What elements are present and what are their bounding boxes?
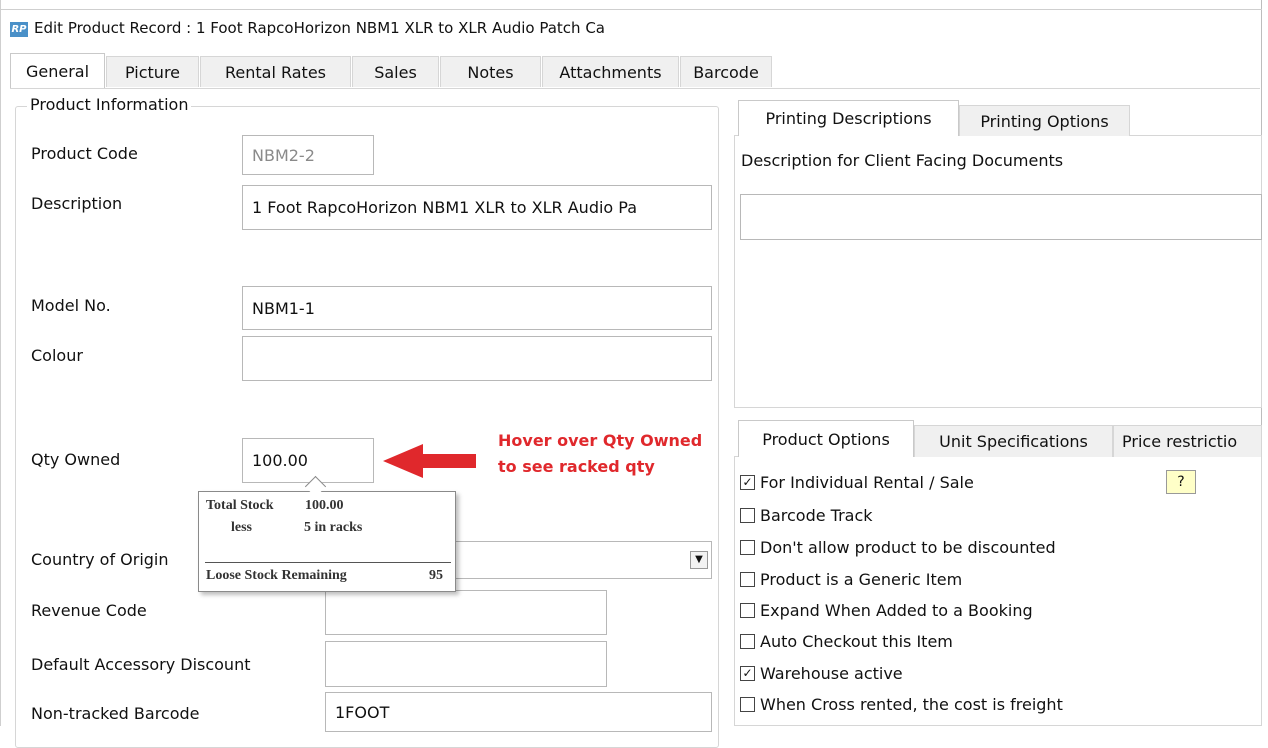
option-expand-when-added[interactable]: Expand When Added to a Booking	[740, 597, 1033, 623]
non-tracked-barcode-label: Non-tracked Barcode	[31, 704, 200, 723]
check-icon[interactable]: ✓	[740, 474, 755, 490]
option-auto-checkout[interactable]: Auto Checkout this Item	[740, 628, 953, 654]
tab-product-options[interactable]: Product Options	[738, 420, 914, 457]
chevron-down-icon[interactable]: ▼	[690, 551, 708, 569]
product-code-label: Product Code	[31, 144, 138, 163]
checkbox[interactable]	[740, 571, 755, 587]
option-label: Warehouse active	[760, 663, 903, 683]
loose-stock-label: Loose Stock Remaining	[206, 568, 347, 583]
qty-owned-field[interactable]: 100.00	[242, 438, 374, 483]
racks-count: 5 in racks	[304, 520, 363, 535]
help-button[interactable]: ?	[1166, 470, 1196, 494]
description-label: Description	[31, 194, 123, 213]
option-individual-rental[interactable]: ✓ For Individual Rental / Sale	[740, 469, 974, 495]
option-warehouse-active[interactable]: ✓ Warehouse active	[740, 660, 903, 686]
app-icon: RP	[10, 22, 28, 37]
total-stock-label: Total Stock	[206, 498, 274, 513]
client-facing-description-field[interactable]	[740, 194, 1262, 240]
colour-field[interactable]	[242, 336, 712, 381]
arrow-left-icon	[383, 444, 476, 478]
option-label: Product is a Generic Item	[760, 569, 963, 589]
option-cross-rented-freight[interactable]: When Cross rented, the cost is freight	[740, 691, 1063, 717]
option-label: Expand When Added to a Booking	[760, 600, 1033, 620]
printing-panel	[734, 135, 1262, 408]
option-label: For Individual Rental / Sale	[760, 472, 974, 492]
default-accessory-discount-label: Default Accessory Discount	[31, 655, 251, 674]
description-field[interactable]: 1 Foot RapcoHorizon NBM1 XLR to XLR Audi…	[242, 185, 712, 230]
tab-barcode[interactable]: Barcode	[680, 56, 772, 87]
option-label: Auto Checkout this Item	[760, 631, 953, 651]
product-information-title: Product Information	[27, 95, 192, 114]
option-no-discount[interactable]: Don't allow product to be discounted	[740, 534, 1056, 560]
less-label: less	[231, 520, 252, 535]
annotation-line-1: Hover over Qty Owned	[498, 431, 703, 450]
colour-label: Colour	[31, 346, 83, 365]
tab-rental-rates[interactable]: Rental Rates	[200, 56, 351, 87]
option-label: When Cross rented, the cost is freight	[760, 694, 1063, 714]
tab-attachments[interactable]: Attachments	[542, 56, 679, 87]
tab-printing-descriptions[interactable]: Printing Descriptions	[738, 100, 959, 136]
tab-picture[interactable]: Picture	[106, 56, 199, 87]
checkbox[interactable]	[740, 696, 755, 712]
main-tab-strip: General Picture Rental Rates Sales Notes…	[10, 53, 776, 88]
window-top-edge	[0, 0, 1262, 10]
tab-general[interactable]: General	[10, 53, 105, 88]
product-code-field[interactable]: NBM2-2	[242, 135, 374, 175]
loose-stock-value: 95	[429, 568, 443, 583]
check-icon[interactable]: ✓	[740, 665, 755, 681]
checkbox[interactable]	[740, 602, 755, 618]
country-of-origin-label: Country of Origin	[31, 550, 169, 569]
non-tracked-barcode-field[interactable]: 1FOOT	[325, 692, 712, 732]
option-label: Don't allow product to be discounted	[760, 537, 1056, 557]
checkbox[interactable]	[740, 507, 755, 523]
tab-divider	[10, 88, 1260, 89]
option-label: Barcode Track	[760, 505, 873, 525]
tab-notes[interactable]: Notes	[440, 56, 541, 87]
tooltip-divider	[205, 562, 451, 563]
tab-printing-options[interactable]: Printing Options	[959, 105, 1130, 136]
checkbox[interactable]	[740, 633, 755, 649]
tab-sales[interactable]: Sales	[352, 56, 439, 87]
qty-owned-label: Qty Owned	[31, 450, 121, 469]
checkbox[interactable]	[740, 539, 755, 555]
tab-unit-specifications[interactable]: Unit Specifications	[914, 425, 1113, 457]
total-stock-value: 100.00	[305, 498, 344, 513]
client-facing-description-label: Description for Client Facing Documents	[741, 151, 1064, 170]
window-title: Edit Product Record : 1 Foot RapcoHorizo…	[34, 19, 605, 37]
racked-qty-tooltip: Total Stock 100.00 less 5 in racks Loose…	[198, 491, 456, 592]
tab-price-restrictions[interactable]: Price restrictio	[1113, 425, 1262, 457]
default-accessory-discount-field[interactable]	[325, 641, 607, 687]
model-no-label: Model No.	[31, 296, 111, 315]
model-no-field[interactable]: NBM1-1	[242, 286, 712, 330]
revenue-code-field[interactable]	[325, 590, 607, 635]
option-barcode-track[interactable]: Barcode Track	[740, 502, 873, 528]
option-generic-item[interactable]: Product is a Generic Item	[740, 566, 962, 592]
annotation-line-2: to see racked qty	[498, 457, 655, 476]
revenue-code-label: Revenue Code	[31, 601, 147, 620]
